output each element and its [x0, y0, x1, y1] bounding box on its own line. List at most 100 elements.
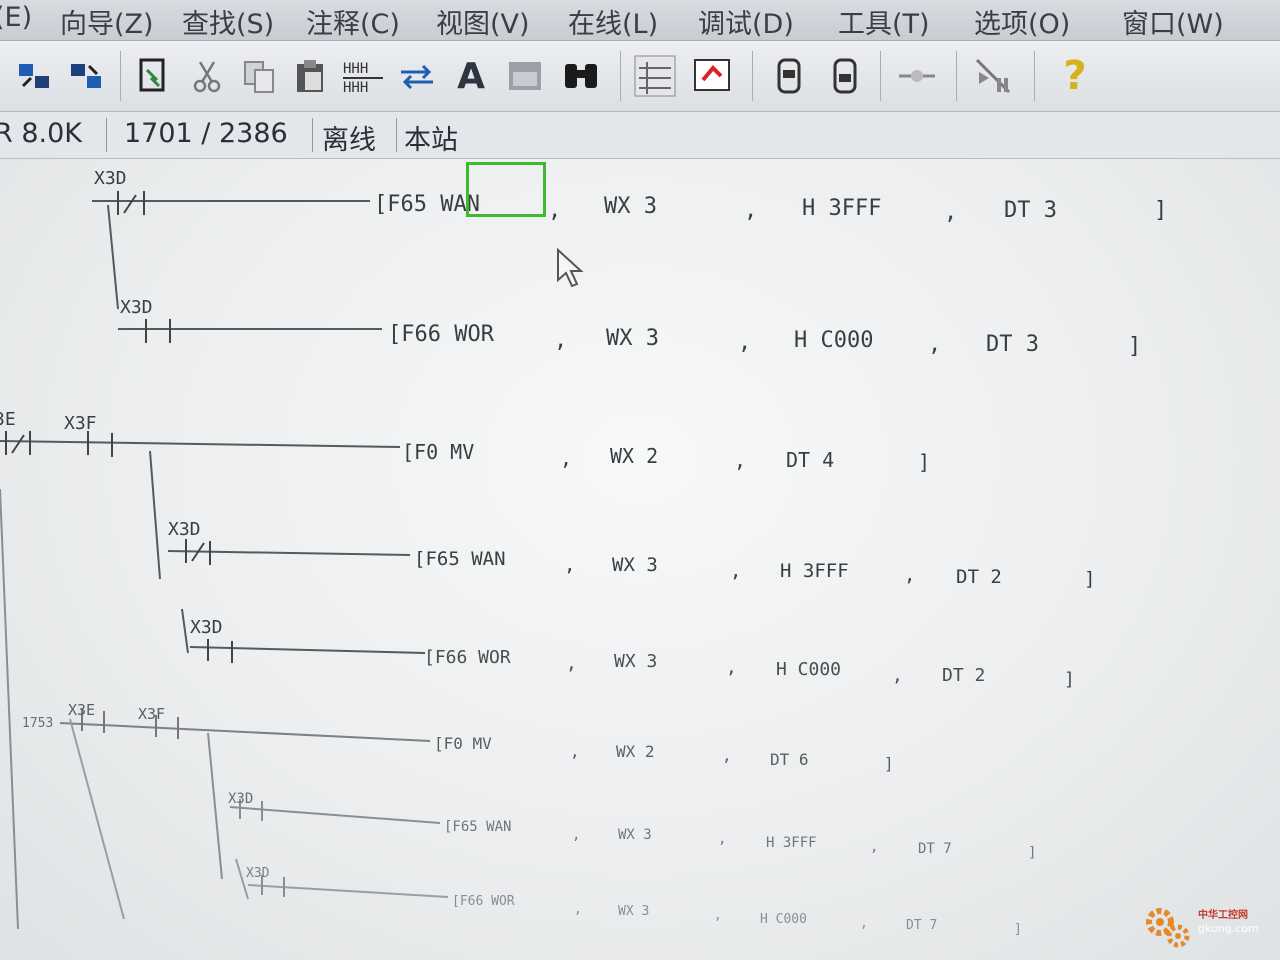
contact-label: X3D [168, 519, 201, 540]
bracket: ] [1014, 922, 1022, 937]
contact-label: X3D [120, 297, 153, 318]
contact-labels: X3D X3D 3E X3F X3D X3D 1753 X3E X3F X3D … [0, 168, 270, 881]
rung-instruction[interactable]: [F66 WOR , WX 3 , H C000 , DT 7 ] [452, 894, 1022, 937]
operand: DT 3 [1004, 198, 1057, 223]
station: 本站 [404, 125, 458, 156]
separator: , [904, 564, 915, 586]
convert-button[interactable] [394, 53, 440, 99]
paste-icon [297, 60, 323, 92]
rung-instruction[interactable]: [F66 WOR , WX 3 , H C000 , DT 3 ] [388, 322, 1141, 359]
separator: , [860, 916, 868, 931]
rung-instruction[interactable]: [F66 WOR , WX 3 , H C000 , DT 2 ] [424, 647, 1075, 690]
operand: DT 7 [918, 841, 952, 857]
svg-text:HHH: HHH [343, 61, 368, 77]
rung-instruction[interactable]: [F0 MV , WX 2 , DT 4 ] [402, 440, 930, 474]
watermark-brand: 中华工控网 [1198, 910, 1248, 921]
bracket: ] [1028, 845, 1036, 861]
monitor-button[interactable] [894, 53, 940, 99]
operand: DT 2 [956, 566, 1002, 588]
rung-instruction[interactable]: [F0 MV , WX 2 , DT 6 ] [434, 734, 894, 773]
instruction-op: [F66 WOR [424, 647, 511, 668]
operand: WX 3 [618, 904, 649, 919]
contact-label: X3E [68, 701, 95, 719]
copy-button[interactable] [236, 53, 282, 99]
operand: H 3FFF [802, 196, 881, 221]
insert-row-button[interactable]: HHH HHH [340, 53, 386, 99]
rung-instruction[interactable]: [F65 WAN , WX 3 , H 3FFF , DT 7 ] [444, 819, 1036, 861]
menu-debug[interactable]: 调试(D) [698, 2, 794, 40]
plc-write-icon [833, 58, 857, 94]
mouse-pointer-icon [557, 248, 584, 288]
ladder-editor[interactable]: X3D X3D 3E X3F X3D X3D 1753 X3E X3F X3D … [0, 159, 1280, 960]
toolbar-separator [120, 51, 121, 101]
menu-window[interactable]: 窗口(W) [1122, 2, 1224, 40]
cut-button[interactable] [184, 53, 230, 99]
menu-edit[interactable]: (E) [0, 2, 32, 33]
separator: , [548, 198, 561, 223]
menu-wizard[interactable]: 向导(Z) [60, 2, 154, 40]
operand: H 3FFF [766, 835, 817, 851]
copy-icon [244, 61, 274, 93]
transfer-up-icon [19, 64, 49, 88]
edit-cursor[interactable] [466, 162, 546, 217]
menu-bar: (E) 向导(Z) 查找(S) 注释(C) 视图(V) 在线(L) 调试(D) … [0, 0, 1280, 41]
help-button[interactable]: ? [1052, 53, 1098, 99]
online-mode: 离线 [322, 125, 376, 156]
menu-tools[interactable]: 工具(T) [838, 2, 930, 40]
menu-find[interactable]: 查找(S) [182, 2, 274, 40]
transfer-down-button[interactable] [64, 53, 110, 99]
instruction-op: [F0 MV [402, 440, 474, 464]
window-button[interactable] [502, 53, 548, 99]
separator: , [744, 198, 757, 223]
grid-view-button[interactable] [632, 53, 678, 99]
find-binoculars-icon [565, 64, 597, 88]
separator: , [718, 831, 726, 847]
operand: WX 3 [606, 326, 659, 351]
monitor-icon [899, 70, 935, 82]
toolbar-separator [880, 51, 881, 101]
instruction-op: [F0 MV [434, 734, 492, 753]
menu-view[interactable]: 视图(V) [436, 2, 530, 40]
grid-view-icon [634, 55, 676, 97]
display-toggle-button[interactable] [690, 53, 736, 99]
insert-row-icon: HHH HHH [343, 61, 383, 96]
plc-read-button[interactable] [766, 53, 812, 99]
contact-label: X3F [138, 705, 165, 723]
step-run-button[interactable] [970, 53, 1016, 99]
transfer-up-button[interactable] [12, 53, 58, 99]
bracket: ] [884, 754, 894, 773]
separator: , [726, 657, 737, 678]
step-run-icon [975, 58, 1011, 94]
separator: , [574, 902, 582, 917]
rung-address: 1753 [22, 716, 53, 731]
step-counter: 1701 / 2386 [124, 118, 288, 149]
find-binoculars-button[interactable] [558, 53, 604, 99]
separator: , [738, 330, 751, 355]
menu-options[interactable]: 选项(O) [974, 2, 1070, 40]
separator: , [722, 746, 732, 765]
contact-label: 3E [0, 409, 16, 430]
status-separator [396, 118, 397, 152]
operand: WX 3 [614, 651, 657, 672]
monitor-edit-button[interactable] [130, 53, 176, 99]
separator: , [560, 446, 572, 470]
font-button[interactable]: A [448, 53, 494, 99]
instruction-op: [F65 WAN [374, 192, 480, 217]
bracket: ] [918, 450, 930, 474]
bracket: ] [1084, 568, 1095, 590]
menu-online[interactable]: 在线(L) [568, 2, 658, 40]
toolbar-separator [752, 51, 753, 101]
separator: , [566, 653, 577, 674]
operand: WX 3 [612, 554, 658, 576]
plc-write-button[interactable] [822, 53, 868, 99]
toolbar: HHH HHH A ? [0, 41, 1280, 112]
rung-instruction[interactable]: [F65 WAN , WX 3 , H 3FFF , DT 2 ] [414, 548, 1095, 590]
operand: WX 2 [610, 444, 658, 468]
ladder-wiring [0, 200, 449, 930]
contact-label: X3F [64, 413, 97, 434]
operand: WX 2 [616, 742, 655, 761]
paste-button[interactable] [288, 53, 334, 99]
toolbar-separator [620, 51, 621, 101]
status-separator [106, 118, 107, 152]
menu-comment[interactable]: 注释(C) [306, 2, 400, 40]
